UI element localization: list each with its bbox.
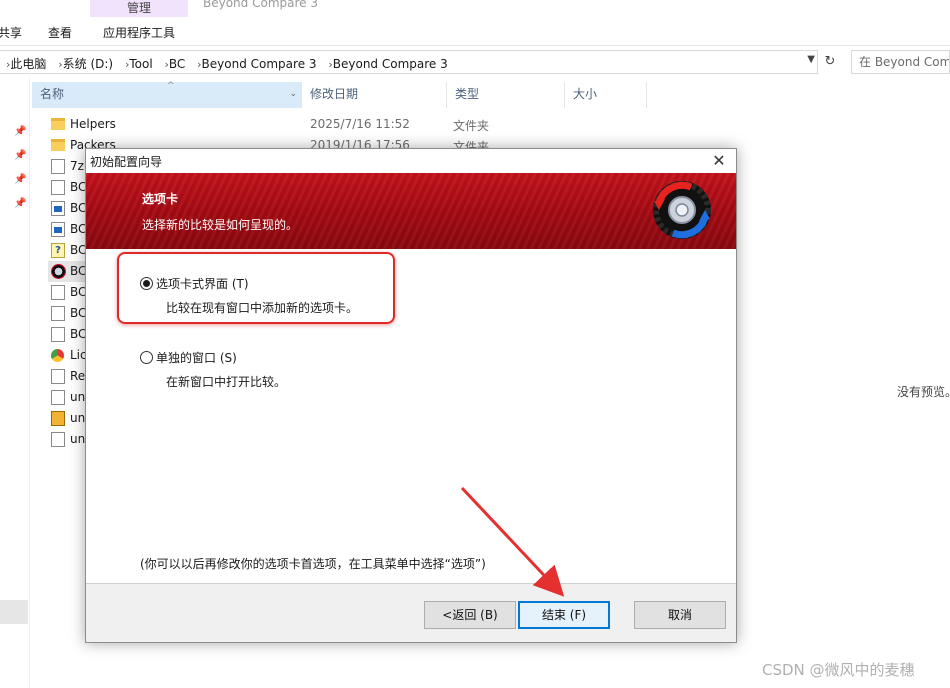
tab-share[interactable]: 共享 <box>0 24 22 41</box>
preview-empty-text: 没有预览。 <box>897 385 950 399</box>
option-separate[interactable]: 单独的窗口 (S) <box>140 349 237 366</box>
column-size[interactable]: 大小 <box>565 82 647 108</box>
column-name[interactable]: ^ 名称 ⌄ <box>32 81 302 108</box>
crumb-drive-d[interactable]: 系统 (D:) <box>63 57 113 71</box>
column-type[interactable]: 类型 <box>447 82 565 108</box>
close-icon[interactable]: ✕ <box>708 150 730 172</box>
nav-selected-item[interactable] <box>0 600 28 624</box>
chevron-down-icon[interactable]: ⌄ <box>289 82 297 106</box>
context-tab-group: 管理 应用程序工具 <box>90 0 188 42</box>
dll-file-icon <box>51 327 65 342</box>
file-icon <box>51 285 65 300</box>
crumb-tool[interactable]: Tool <box>129 57 152 71</box>
file-icon <box>51 390 65 405</box>
banner-title: 选项卡 <box>142 192 179 206</box>
tab-app-tools[interactable]: 应用程序工具 <box>90 24 188 41</box>
chrome-icon <box>51 349 64 362</box>
text-file-icon <box>51 369 65 384</box>
wizard-footnote: (你可以以后再修改你的选项卡首选项，在工具菜单中选择“选项”) <box>140 557 486 571</box>
crumb-beyond-compare-3-inner[interactable]: Beyond Compare 3 <box>333 57 448 71</box>
option-separate-label: 单独的窗口 (S) <box>156 351 237 365</box>
wizard-banner: 选项卡 选择新的比较是如何呈现的。 <box>86 173 736 249</box>
csdn-watermark: CSDN @微风中的麦穗 <box>762 661 915 679</box>
list-item[interactable]: Helpers 2025/7/16 11:52 文件夹 <box>48 114 658 135</box>
chevron-down-icon[interactable]: ▼ <box>807 54 815 65</box>
exe-file-icon <box>51 201 65 216</box>
beyond-compare-logo-icon <box>653 181 711 239</box>
navigation-pane: 📌 📌 📌 📌 <box>0 78 30 688</box>
file-icon <box>51 180 65 195</box>
address-row: ›此电脑 ›系统 (D:) ›Tool ›BC ›Beyond Compare … <box>0 50 950 74</box>
radio-separate[interactable] <box>140 351 153 364</box>
folder-icon <box>51 139 65 151</box>
pin-icon: 📌 <box>14 126 27 137</box>
dll-file-icon <box>51 159 65 174</box>
pin-icon: 📌 <box>14 174 27 185</box>
crumb-this-pc[interactable]: 此电脑 <box>10 57 46 71</box>
folder-icon <box>51 118 65 130</box>
address-bar[interactable]: ›此电脑 ›系统 (D:) ›Tool ›BC ›Beyond Compare … <box>0 50 818 74</box>
dialog-titlebar[interactable]: 初始配置向导 ✕ <box>86 149 736 173</box>
setup-icon <box>51 411 65 426</box>
breadcrumb: ›此电脑 ›系统 (D:) ›Tool ›BC ›Beyond Compare … <box>6 55 448 72</box>
pin-icon: 📌 <box>14 150 27 161</box>
refresh-icon[interactable]: ↻ <box>820 52 840 72</box>
context-tab-header: 管理 <box>90 0 188 17</box>
search-input[interactable] <box>852 51 949 73</box>
crumb-beyond-compare-3[interactable]: Beyond Compare 3 <box>202 57 317 71</box>
exe-file-icon <box>51 222 65 237</box>
search-box[interactable] <box>851 50 950 74</box>
dll-file-icon <box>51 432 65 447</box>
annotation-highlight-box <box>117 252 395 324</box>
help-file-icon: ? <box>51 243 65 258</box>
dialog-title: 初始配置向导 <box>90 155 163 169</box>
column-date[interactable]: 修改日期 <box>302 82 447 108</box>
cancel-button[interactable]: 取消 <box>634 601 726 629</box>
tab-view[interactable]: 查看 <box>48 24 72 41</box>
screenshot-root: 共享 查看 管理 应用程序工具 Beyond Compare 3 ›此电脑 ›系… <box>0 0 950 688</box>
column-header: ^ 名称 ⌄ 修改日期 类型 大小 <box>32 81 652 108</box>
banner-subtitle: 选择新的比较是如何呈现的。 <box>142 218 299 232</box>
option-separate-desc: 在新窗口中打开比较。 <box>166 375 287 389</box>
setup-wizard-dialog: 初始配置向导 ✕ 选项卡 选择新的比较是如何呈现的。 选项卡式界面 (T) 比较… <box>85 148 737 643</box>
explorer-ribbon: 共享 查看 管理 应用程序工具 Beyond Compare 3 <box>0 0 950 46</box>
window-title: Beyond Compare 3 <box>203 0 318 10</box>
dll-file-icon <box>51 306 65 321</box>
back-button[interactable]: <返回 (B) <box>424 601 516 629</box>
crumb-bc[interactable]: BC <box>169 57 185 71</box>
finish-button[interactable]: 结束 (F) <box>518 601 610 629</box>
sort-up-icon: ^ <box>167 81 175 91</box>
pin-icon: 📌 <box>14 198 27 209</box>
beyond-compare-app-icon <box>51 264 66 279</box>
